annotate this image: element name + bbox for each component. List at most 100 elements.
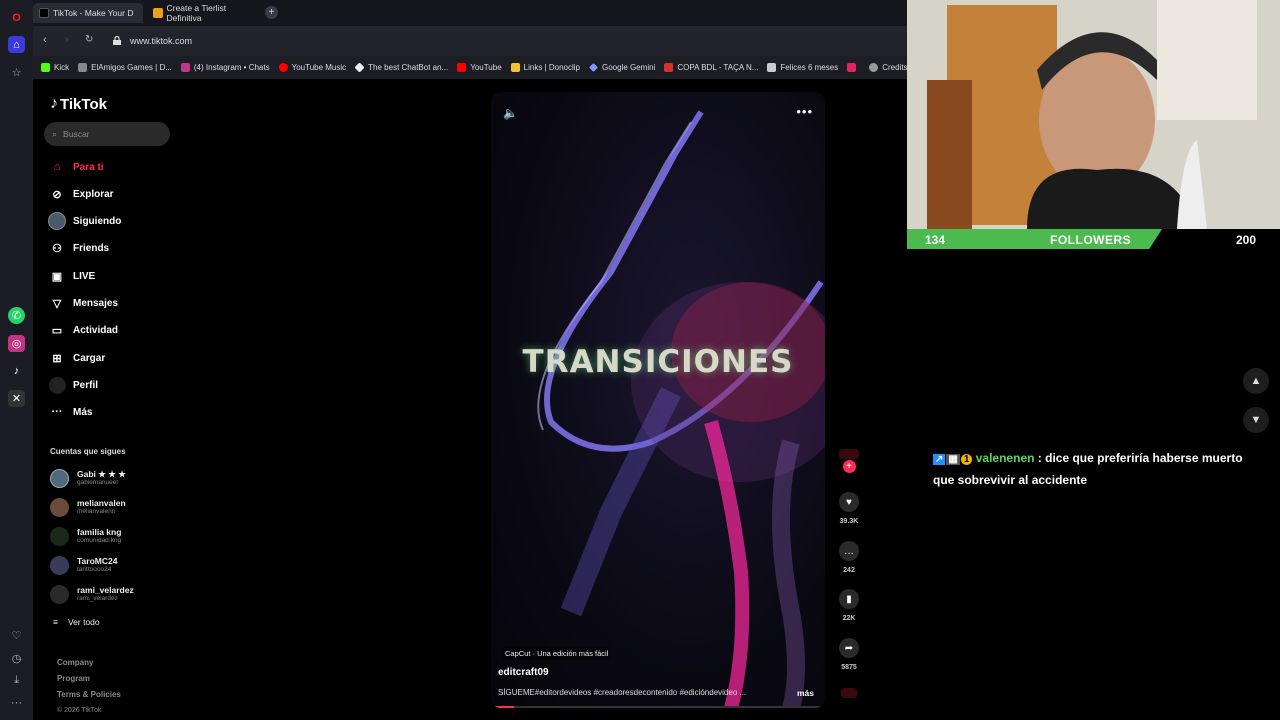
nav-explorar[interactable]: ⊘ Explorar <box>48 185 113 203</box>
opera-logo-icon[interactable]: O <box>8 9 25 26</box>
footer-terms-link[interactable]: Terms & Policies <box>57 690 121 699</box>
address-bar: ‹ › ↻ www.tiktok.com <box>33 26 908 56</box>
followers-goal: 200 <box>1236 233 1257 247</box>
bookmark[interactable]: ElAmigos Games | D... <box>78 63 172 72</box>
tab-tierlist[interactable]: Create a Tierlist Definitiva <box>147 3 259 23</box>
music-disc[interactable] <box>839 688 859 698</box>
bookmark-icon[interactable]: ▮ <box>839 589 859 609</box>
reload-icon[interactable]: ↻ <box>85 34 93 45</box>
back-icon[interactable]: ‹ <box>43 34 47 46</box>
creator-avatar-button[interactable]: + <box>839 449 859 473</box>
forward-icon[interactable]: › <box>65 34 69 46</box>
music-disc-icon <box>841 688 857 698</box>
footer-company-link[interactable]: Company <box>57 658 93 667</box>
nav-siguiendo[interactable]: Siguiendo <box>48 212 121 230</box>
bookmark[interactable] <box>847 63 860 72</box>
bookmark[interactable]: Felices 6 meses <box>767 63 838 72</box>
volume-icon[interactable]: 🔈 <box>503 106 518 120</box>
share-icon[interactable]: ➦ <box>839 638 859 658</box>
comment-icon[interactable]: … <box>839 541 859 561</box>
tiktok-icon[interactable]: ♪ <box>8 362 25 379</box>
nav-cargar[interactable]: ⊞ Cargar <box>48 349 105 367</box>
donoclip-icon <box>510 63 520 72</box>
search-input[interactable]: ⌕ Buscar <box>44 122 170 146</box>
video-author[interactable]: editcraft09 <box>498 667 549 678</box>
youtube-music-icon <box>278 63 288 72</box>
nav-mas[interactable]: ··· Más <box>48 403 93 421</box>
home-icon[interactable]: ⌂ <box>8 36 25 53</box>
page-icon <box>78 63 88 72</box>
next-video-button[interactable]: ▼ <box>1243 407 1269 433</box>
download-icon[interactable]: ⤓ <box>8 672 25 689</box>
caption-more-button[interactable]: más <box>797 688 814 698</box>
account-item[interactable]: Gabi ★ ★ ★ gabiemanueel <box>50 465 126 491</box>
lock-icon <box>113 36 121 45</box>
bookmark[interactable]: Kick <box>41 63 69 72</box>
nav-live[interactable]: ▣ LIVE <box>48 267 95 285</box>
video-caption: SÍGUEME#editordevideos #creadoresdeconte… <box>498 688 747 697</box>
credits-icon <box>869 63 879 72</box>
star-icon[interactable]: ☆ <box>8 64 25 81</box>
account-item[interactable]: familia kng comunidad.kng <box>50 523 121 549</box>
save-action[interactable]: ▮ 22K <box>839 589 859 622</box>
avatar <box>50 468 69 488</box>
bookmark[interactable]: Google Gemini <box>589 63 655 72</box>
youtube-icon <box>457 63 467 72</box>
avatar <box>50 497 69 517</box>
chat-username[interactable]: valenenen <box>976 451 1035 465</box>
footer-program-link[interactable]: Program <box>57 674 90 683</box>
heart-icon[interactable]: ♡ <box>8 627 25 644</box>
account-item[interactable]: melianvalen melianvalenn <box>50 494 126 520</box>
compass-icon: ⊘ <box>52 188 62 201</box>
see-all-link[interactable]: ≡ Ver todo <box>53 617 100 627</box>
friends-icon: ⚇ <box>52 242 62 255</box>
avatar <box>839 449 859 459</box>
nav-para-ti[interactable]: ⌂ Para ti <box>48 158 104 176</box>
more-icon[interactable]: ··· <box>8 694 25 711</box>
bookmark[interactable]: YouTube Music <box>278 63 346 72</box>
whatsapp-icon[interactable]: ✆ <box>8 307 25 324</box>
bookmark[interactable]: The best ChatBot an... <box>354 62 448 73</box>
browser-sidebar: O ⌂ ☆ ✆ ◎ ♪ ✕ ♡ ◷ ⤓ ··· <box>0 0 33 720</box>
gemini-icon <box>589 63 598 72</box>
nav-friends[interactable]: ⚇ Friends <box>48 239 109 257</box>
heart-icon[interactable]: ♥ <box>839 492 859 512</box>
bookmark[interactable]: COPA BDL - TAÇA N... <box>664 63 758 72</box>
followers-goal-bar: 134 FOLLOWERS 200 <box>907 229 1280 249</box>
tiktok-sidebar: ♪ TikTok ⌕ Buscar ⌂ Para ti ⊘ Explorar Sig… <box>33 79 183 720</box>
bookmark[interactable]: Credits - Ad <box>869 63 908 72</box>
messages-icon: ▽ <box>52 297 62 310</box>
nav-mensajes[interactable]: ▽ Mensajes <box>48 294 118 312</box>
comment-action[interactable]: … 242 <box>839 541 859 574</box>
follow-plus-icon[interactable]: + <box>842 460 856 473</box>
webcam-overlay <box>907 0 1280 229</box>
bookmark[interactable]: (4) Instagram • Chats <box>180 63 270 72</box>
url-field[interactable]: www.tiktok.com <box>130 36 192 46</box>
bookmark[interactable]: YouTube <box>457 63 502 72</box>
video-progress-bar[interactable] <box>491 706 825 708</box>
capcut-tag[interactable]: CapCut · Una edición más fácil <box>502 647 612 660</box>
avatar <box>50 555 69 575</box>
new-tab-button[interactable]: + <box>265 6 278 19</box>
more-options-icon[interactable]: ••• <box>796 104 813 119</box>
following-avatar-icon <box>48 212 66 230</box>
like-action[interactable]: ♥ 39.3K <box>839 492 859 525</box>
list-icon: ≡ <box>53 617 58 627</box>
share-action[interactable]: ➦ 5875 <box>839 638 859 671</box>
previous-video-button[interactable]: ▲ <box>1243 368 1269 394</box>
tiktok-logo[interactable]: ♪ TikTok <box>50 95 107 113</box>
profile-avatar-icon <box>48 376 66 394</box>
chevron-down-icon: ▼ <box>1250 414 1262 426</box>
followers-current: 134 <box>925 233 946 247</box>
x-icon[interactable]: ✕ <box>8 390 25 407</box>
video-player[interactable]: 🔈 ••• TRANSICIONES CapCut · Una edición … <box>491 92 825 708</box>
bookmark[interactable]: Links | Donoclip <box>510 63 580 72</box>
activity-icon: ▭ <box>51 324 63 337</box>
nav-perfil[interactable]: Perfil <box>48 376 98 394</box>
history-icon[interactable]: ◷ <box>8 650 25 667</box>
tab-tiktok[interactable]: TikTok - Make Your D <box>33 3 143 23</box>
account-item[interactable]: rami_velardez rami_velardez <box>50 581 134 607</box>
nav-actividad[interactable]: ▭ Actividad <box>48 321 118 339</box>
instagram-icon[interactable]: ◎ <box>8 335 25 352</box>
account-item[interactable]: TaroMC24 tarittoooo24 <box>50 552 117 578</box>
